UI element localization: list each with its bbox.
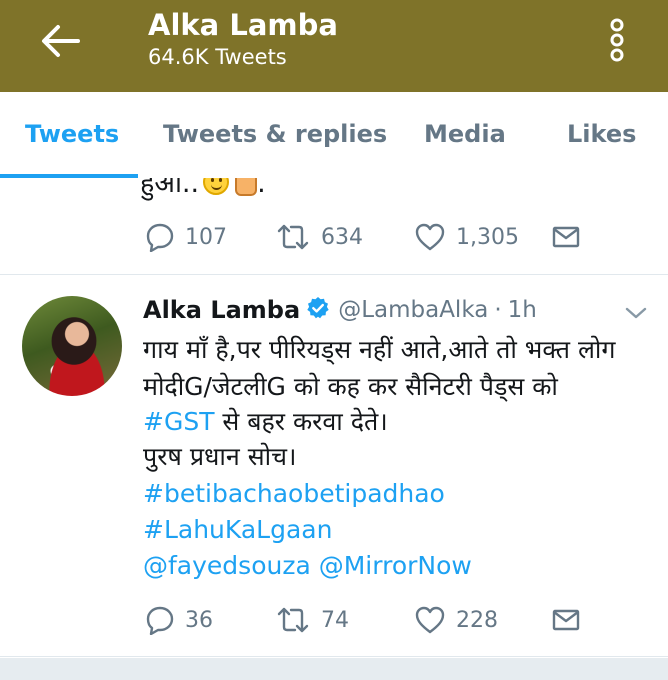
back-button[interactable] xyxy=(38,22,82,60)
retweet-icon xyxy=(277,607,309,633)
share-button[interactable] xyxy=(552,607,580,633)
tweet-text-line-3-rest: से बहर करवा देते। xyxy=(214,407,388,436)
tweet-divider xyxy=(0,274,668,275)
app-bar: Alka Lamba 64.6K Tweets xyxy=(0,0,668,92)
next-tweet-gap xyxy=(0,658,668,680)
author-name[interactable]: Alka Lamba xyxy=(143,296,300,324)
like-button[interactable]: 1,305 xyxy=(414,222,519,252)
retweet-button[interactable]: 74 xyxy=(275,605,349,635)
like-count: 1,305 xyxy=(456,224,519,250)
verified-badge-icon xyxy=(306,296,330,324)
mention-fayedsouza[interactable]: @fayedsouza xyxy=(143,551,311,580)
retweet-count: 634 xyxy=(321,224,363,250)
tweet-divider xyxy=(0,656,668,657)
tweet-text-line-4: पुरष प्रधान सोच। xyxy=(143,442,297,471)
tweet-time[interactable]: 1h xyxy=(508,297,537,323)
tweet-text-line-1: गाय माँ है,पर पीरियड्स नहीं आते,आते तो भ… xyxy=(143,335,616,364)
tweet-header: Alka Lamba @LambaAlka · 1h xyxy=(143,290,537,330)
hashtag-gst[interactable]: #GST xyxy=(143,407,214,436)
reply-icon xyxy=(146,606,174,635)
mail-icon xyxy=(552,609,580,631)
avatar[interactable] xyxy=(22,296,122,396)
tab-media[interactable]: Media xyxy=(424,120,506,148)
tab-tweets[interactable]: Tweets xyxy=(25,120,119,148)
hashtag-betibachaobetipadhao[interactable]: #betibachaobetipadhao xyxy=(143,476,445,512)
retweet-button[interactable]: 634 xyxy=(275,222,363,252)
author-handle[interactable]: @LambaAlka xyxy=(338,297,488,323)
more-options-button[interactable] xyxy=(606,17,628,63)
retweet-count: 74 xyxy=(321,607,349,633)
tab-tweets-and-replies[interactable]: Tweets & replies xyxy=(163,120,387,148)
hashtag-lahukalgaan[interactable]: #LahuKaLgaan xyxy=(143,512,332,548)
reply-button[interactable]: 36 xyxy=(145,605,213,635)
reply-count: 107 xyxy=(185,224,227,250)
mail-icon xyxy=(552,226,580,248)
tweet-count: 64.6K Tweets xyxy=(148,45,287,69)
reply-button[interactable]: 107 xyxy=(145,222,227,252)
share-button[interactable] xyxy=(552,224,580,250)
retweet-icon xyxy=(277,224,309,250)
heart-icon xyxy=(415,606,445,634)
tab-likes[interactable]: Likes xyxy=(567,120,636,148)
tweet-text-line-3: #GST से बहर करवा देते। xyxy=(143,404,388,440)
heart-icon xyxy=(415,223,445,251)
profile-tabs: Tweets Tweets & replies Media Likes xyxy=(0,92,668,178)
like-count: 228 xyxy=(456,607,498,633)
arrow-left-icon xyxy=(42,25,80,57)
profile-title: Alka Lamba xyxy=(148,8,338,42)
more-vertical-icon xyxy=(610,18,624,62)
separator-dot: · xyxy=(494,297,502,323)
active-tab-indicator xyxy=(0,174,138,178)
reply-icon xyxy=(146,223,174,252)
mention-mirrornow[interactable]: @MirrorNow xyxy=(319,551,472,580)
like-button[interactable]: 228 xyxy=(414,605,498,635)
tweet-mentions: @fayedsouza @MirrorNow xyxy=(143,548,472,584)
chevron-down-icon xyxy=(625,307,647,319)
reply-count: 36 xyxy=(185,607,213,633)
tweet-text-line-2: मोदीG/जेटलीG को कह कर सैनिटरी पैड्स को xyxy=(143,372,558,401)
tweet-menu-button[interactable] xyxy=(624,305,648,319)
